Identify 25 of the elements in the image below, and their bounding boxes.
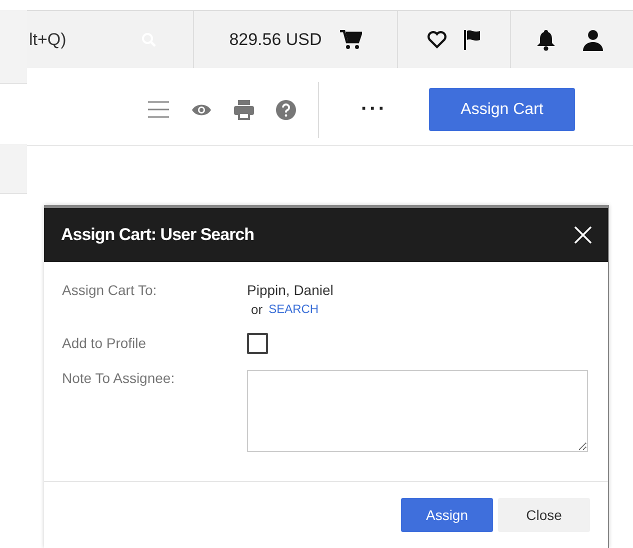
cart-total: 829.56 USD bbox=[229, 30, 322, 50]
close-icon[interactable] bbox=[574, 226, 592, 244]
or-text: or bbox=[251, 302, 263, 317]
field-label: Add to Profile bbox=[62, 334, 148, 353]
cart-icon[interactable] bbox=[340, 30, 362, 50]
search-hint: lt+Q) bbox=[29, 30, 68, 50]
field-label: Assign Cart To: bbox=[62, 282, 158, 300]
assign-button[interactable]: Assign bbox=[401, 498, 493, 532]
assign-cart-button[interactable]: Assign Cart bbox=[429, 88, 575, 131]
help-icon[interactable] bbox=[276, 100, 296, 120]
dialog-title: Assign Cart: User Search bbox=[61, 225, 254, 245]
eye-icon[interactable] bbox=[191, 102, 212, 116]
user-icon[interactable] bbox=[582, 28, 604, 50]
bell-icon[interactable] bbox=[536, 28, 556, 50]
search-link[interactable]: SEARCH bbox=[268, 302, 319, 317]
print-icon[interactable] bbox=[234, 100, 254, 120]
menu-icon[interactable] bbox=[148, 101, 170, 118]
more-button[interactable]: ··· bbox=[355, 97, 393, 122]
close-button[interactable]: Close bbox=[498, 498, 590, 532]
heart-icon[interactable] bbox=[427, 30, 447, 48]
field-label: Note To Assignee: bbox=[62, 370, 176, 388]
note-field[interactable] bbox=[247, 370, 588, 452]
flag-icon[interactable] bbox=[463, 28, 481, 50]
assignee-name: Pippin, Daniel bbox=[247, 282, 334, 298]
profile-checkbox[interactable] bbox=[247, 333, 268, 354]
